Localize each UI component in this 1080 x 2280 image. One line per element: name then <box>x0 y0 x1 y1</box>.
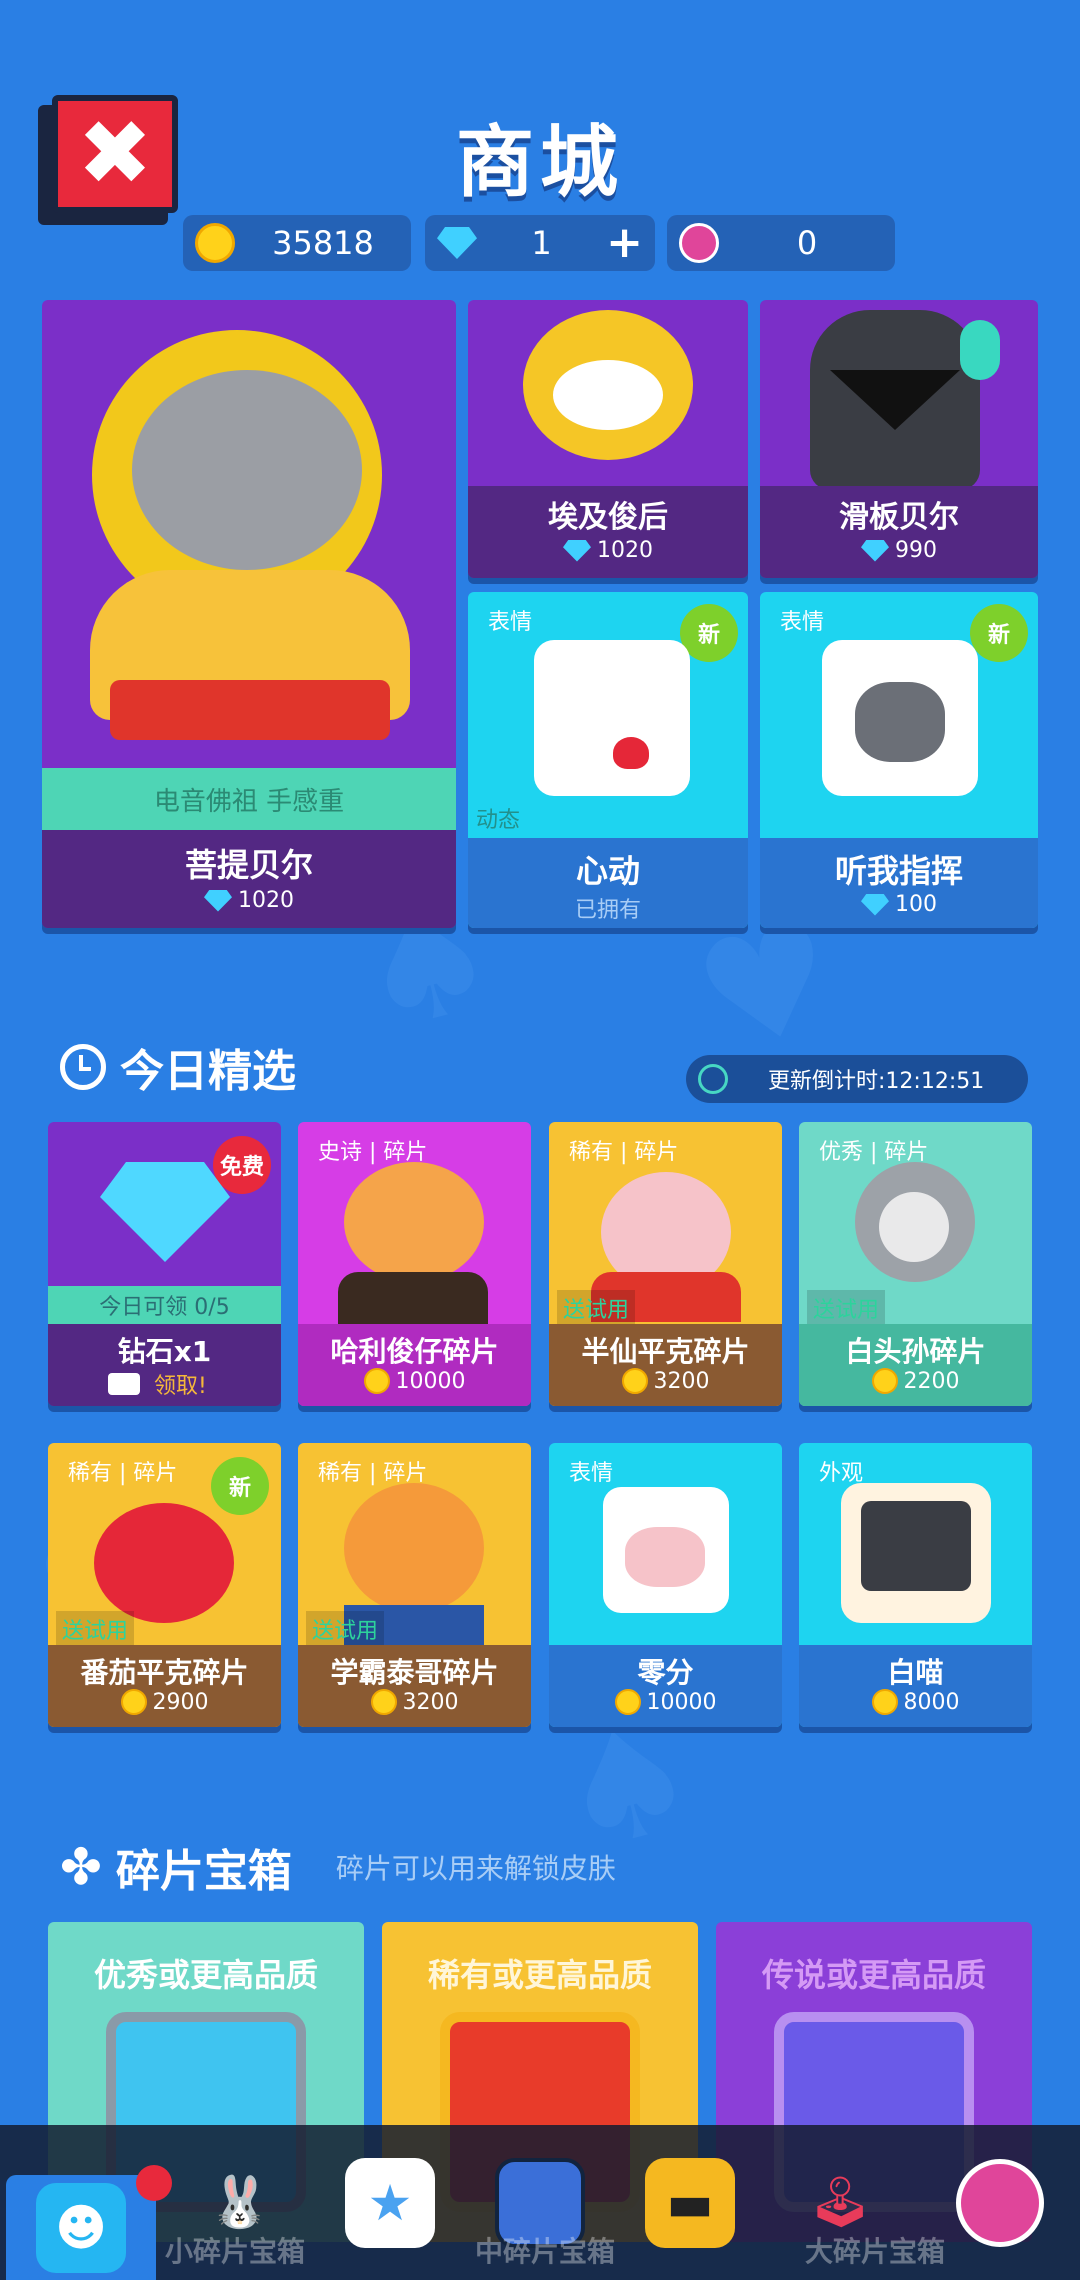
daily-card-zero[interactable]: 表情 零分 10000 <box>549 1443 782 1727</box>
conductor-cow-art <box>760 592 1038 838</box>
timer-icon <box>698 1064 728 1094</box>
clover-icon: ✤ <box>60 1838 102 1896</box>
daily-section-title: 今日精选 <box>60 1035 296 1099</box>
card-name: 番茄平克碎片 <box>80 1656 249 1689</box>
coin-icon <box>195 223 235 263</box>
card-name: 菩提贝尔 <box>184 846 313 884</box>
diamond-balance: 1 + <box>425 215 655 271</box>
diamond-icon <box>437 223 477 263</box>
card-name: 滑板贝尔 <box>839 500 959 535</box>
lotus-balance: 0 <box>667 215 895 271</box>
featured-card-skate[interactable]: 滑板贝尔 990 <box>760 300 1038 578</box>
chest-title: 优秀或更高品质 <box>93 1956 318 1994</box>
lotus-icon <box>956 2158 1044 2247</box>
animated-tag: 动态 <box>476 808 521 833</box>
nav-shop[interactable]: ☻ <box>6 2175 156 2280</box>
card-price: 10000 <box>549 1689 782 1715</box>
daily-card-white-cat[interactable]: 外观 白喵 8000 <box>799 1443 1032 1727</box>
chest-title: 传说或更高品质 <box>761 1956 986 1994</box>
daily-card-harry[interactable]: 史诗 | 碎片 哈利俊仔碎片 10000 <box>298 1122 531 1406</box>
card-name: 钻石x1 <box>117 1335 212 1368</box>
chest-label: 小碎片宝箱 <box>165 2235 306 2268</box>
shop-bag-icon: ☻ <box>36 2182 126 2273</box>
refresh-countdown: 更新倒计时:12:12:51 <box>686 1055 1028 1103</box>
card-name: 埃及俊后 <box>548 500 668 535</box>
featured-card-conductor[interactable]: 表情 新 听我指挥 100 <box>760 592 1038 928</box>
chest-note: 碎片可以用来解锁皮肤 <box>335 1852 616 1885</box>
card-name: 心动 <box>575 852 640 890</box>
featured-card-egypt[interactable]: 埃及俊后 1020 <box>468 300 748 578</box>
owned-status: 已拥有 <box>574 898 641 923</box>
buddha-bear-art <box>42 300 456 768</box>
card-price: 2200 <box>799 1368 1032 1394</box>
card-name: 哈利俊仔碎片 <box>330 1335 499 1368</box>
coin-balance: 35818 <box>183 215 411 271</box>
featured-card-heart[interactable]: 表情 新 动态 心动 已拥有 <box>468 592 748 928</box>
add-diamond-button[interactable]: + <box>606 221 643 265</box>
card-name: 白喵 <box>887 1656 944 1689</box>
daily-card-diamond[interactable]: 免费 今日可领 0/5 钻石x1 领取! <box>48 1122 281 1406</box>
daily-card-pig[interactable]: 稀有 | 碎片 送试用 半仙平克碎片 3200 <box>549 1122 782 1406</box>
card-price: 100 <box>760 892 1038 917</box>
card-price: 1020 <box>42 888 456 913</box>
trial-tag: 送试用 <box>306 1611 385 1647</box>
card-price: 8000 <box>799 1689 1032 1715</box>
skate-bear-art <box>760 300 1038 490</box>
daily-card-tomato-pig[interactable]: 稀有 | 碎片 新 送试用 番茄平克碎片 2900 <box>48 1443 281 1727</box>
chat-star-icon: ★ <box>345 2157 435 2248</box>
trial-tag: 送试用 <box>557 1290 636 1326</box>
card-price: 10000 <box>298 1368 531 1394</box>
daily-card-monkey[interactable]: 优秀 | 碎片 送试用 白头孙碎片 2200 <box>799 1122 1032 1406</box>
zero-pig-art <box>549 1443 782 1645</box>
card-name: 零分 <box>637 1656 694 1689</box>
card-price: 3200 <box>549 1368 782 1394</box>
page-title: 商城 <box>455 118 624 208</box>
diamond-icon <box>204 889 232 912</box>
video-icon <box>108 1373 140 1395</box>
harry-dog-art <box>298 1122 531 1332</box>
trial-tag: 送试用 <box>807 1290 886 1326</box>
card-price: 2900 <box>48 1689 281 1715</box>
face-icon: ▬ <box>645 2157 735 2248</box>
clock-icon <box>60 1044 106 1090</box>
featured-main-card[interactable]: 电音佛祖 手感重 菩提贝尔 1020 <box>42 300 456 928</box>
card-price: 3200 <box>298 1689 531 1715</box>
card-price: 990 <box>760 538 1038 563</box>
card-name: 学霸泰哥碎片 <box>330 1656 499 1689</box>
nav-emotes[interactable]: ▬ <box>630 2125 750 2280</box>
claim-button[interactable]: 领取! <box>108 1368 207 1400</box>
card-price: 1020 <box>468 538 748 563</box>
chest-section-title: ✤ 碎片宝箱 碎片可以用来解锁皮肤 <box>60 1838 616 1897</box>
chest-title: 稀有或更高品质 <box>427 1956 652 1994</box>
daily-card-tiger[interactable]: 稀有 | 碎片 送试用 学霸泰哥碎片 3200 <box>298 1443 531 1727</box>
chest-label: 中碎片宝箱 <box>475 2235 616 2268</box>
nav-social[interactable]: ★ <box>330 2125 450 2280</box>
header: ✖ 商城 35818 1 + 0 <box>0 0 1080 295</box>
trial-tag: 送试用 <box>56 1611 135 1647</box>
white-cat-art <box>799 1443 1032 1645</box>
card-name: 半仙平克碎片 <box>581 1335 750 1368</box>
diamond-art <box>48 1122 281 1286</box>
claim-progress: 今日可领 0/5 <box>48 1286 281 1324</box>
chest-label: 大碎片宝箱 <box>805 2235 946 2268</box>
card-subtitle: 电音佛祖 手感重 <box>42 768 456 830</box>
notification-dot <box>136 2165 172 2201</box>
lotus-icon <box>679 223 719 263</box>
card-name: 听我指挥 <box>834 852 963 890</box>
card-name: 白头孙碎片 <box>845 1335 986 1368</box>
nav-lotus[interactable] <box>945 2125 1055 2280</box>
egypt-queen-art <box>468 300 748 486</box>
